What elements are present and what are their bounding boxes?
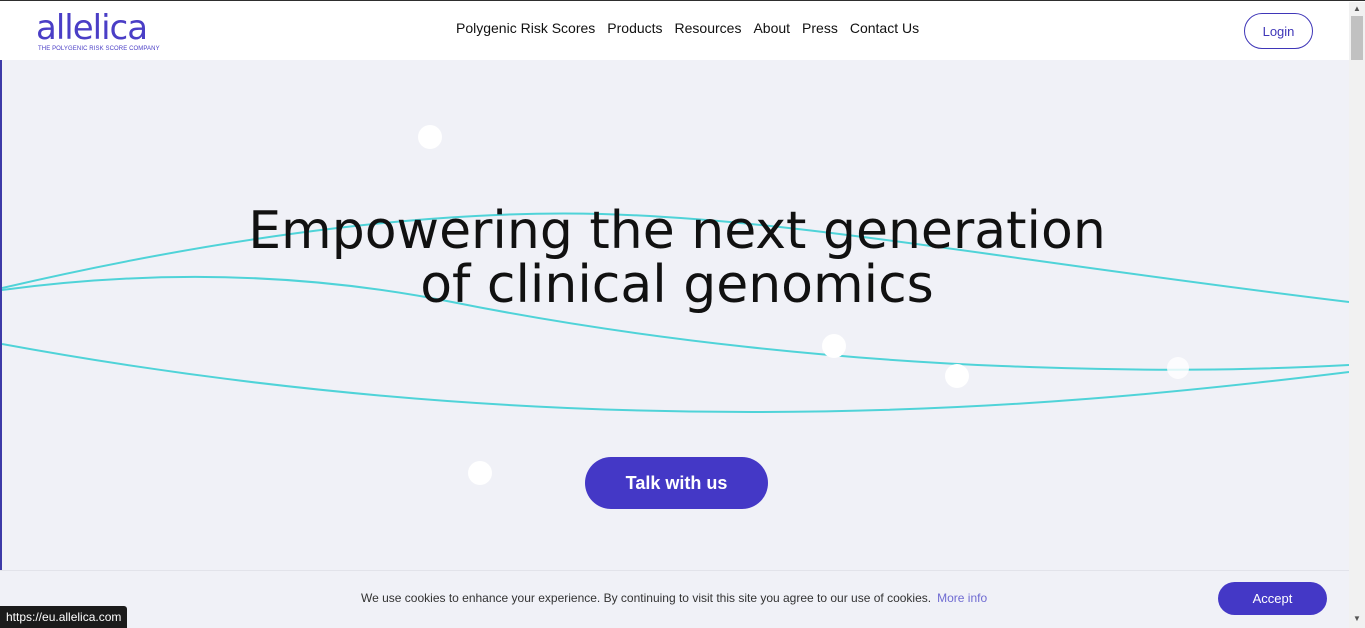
talk-with-us-button[interactable]: Talk with us (585, 457, 768, 509)
particle (945, 364, 969, 388)
wave-line (2, 343, 1349, 414)
scroll-down-arrow-icon[interactable]: ▼ (1353, 614, 1361, 623)
nav-resources[interactable]: Resources (675, 20, 742, 36)
status-bar-url: https://eu.allelica.com (0, 606, 128, 628)
page-scrollbar[interactable]: ▲ ▼ (1349, 2, 1365, 628)
cookie-banner: We use cookies to enhance your experienc… (0, 570, 1349, 628)
particle (1167, 357, 1189, 379)
headline-line-2: of clinical genomics (420, 255, 934, 315)
cookie-message: We use cookies to enhance your experienc… (361, 591, 932, 605)
logo-tagline: THE POLYGENIC RISK SCORE COMPANY (38, 46, 160, 52)
particle (822, 334, 846, 358)
nav-about[interactable]: About (753, 20, 790, 36)
main-nav: Polygenic Risk Scores Products Resources… (456, 20, 931, 36)
nav-press[interactable]: Press (802, 20, 838, 36)
more-info-link[interactable]: More info (937, 591, 987, 605)
cookie-message-row: We use cookies to enhance your experienc… (361, 591, 987, 605)
nav-contact-us[interactable]: Contact Us (850, 20, 919, 36)
scrollbar-thumb[interactable] (1351, 16, 1363, 60)
logo-wordmark: allelica (36, 8, 148, 48)
particle (418, 125, 442, 149)
hero-section: Empowering the next generation of clinic… (0, 60, 1349, 570)
nav-polygenic-risk-scores[interactable]: Polygenic Risk Scores (456, 20, 595, 36)
login-button[interactable]: Login (1244, 13, 1313, 49)
particle (468, 461, 492, 485)
hero-headline: Empowering the next generation of clinic… (182, 204, 1172, 312)
brand-logo[interactable]: allelica THE POLYGENIC RISK SCORE COMPAN… (36, 8, 160, 56)
scroll-up-arrow-icon[interactable]: ▲ (1353, 4, 1361, 13)
site-header: allelica THE POLYGENIC RISK SCORE COMPAN… (0, 2, 1349, 60)
browser-viewport: allelica THE POLYGENIC RISK SCORE COMPAN… (0, 0, 1365, 628)
accept-cookies-button[interactable]: Accept (1218, 582, 1327, 615)
headline-line-1: Empowering the next generation (248, 201, 1106, 261)
nav-products[interactable]: Products (607, 20, 662, 36)
